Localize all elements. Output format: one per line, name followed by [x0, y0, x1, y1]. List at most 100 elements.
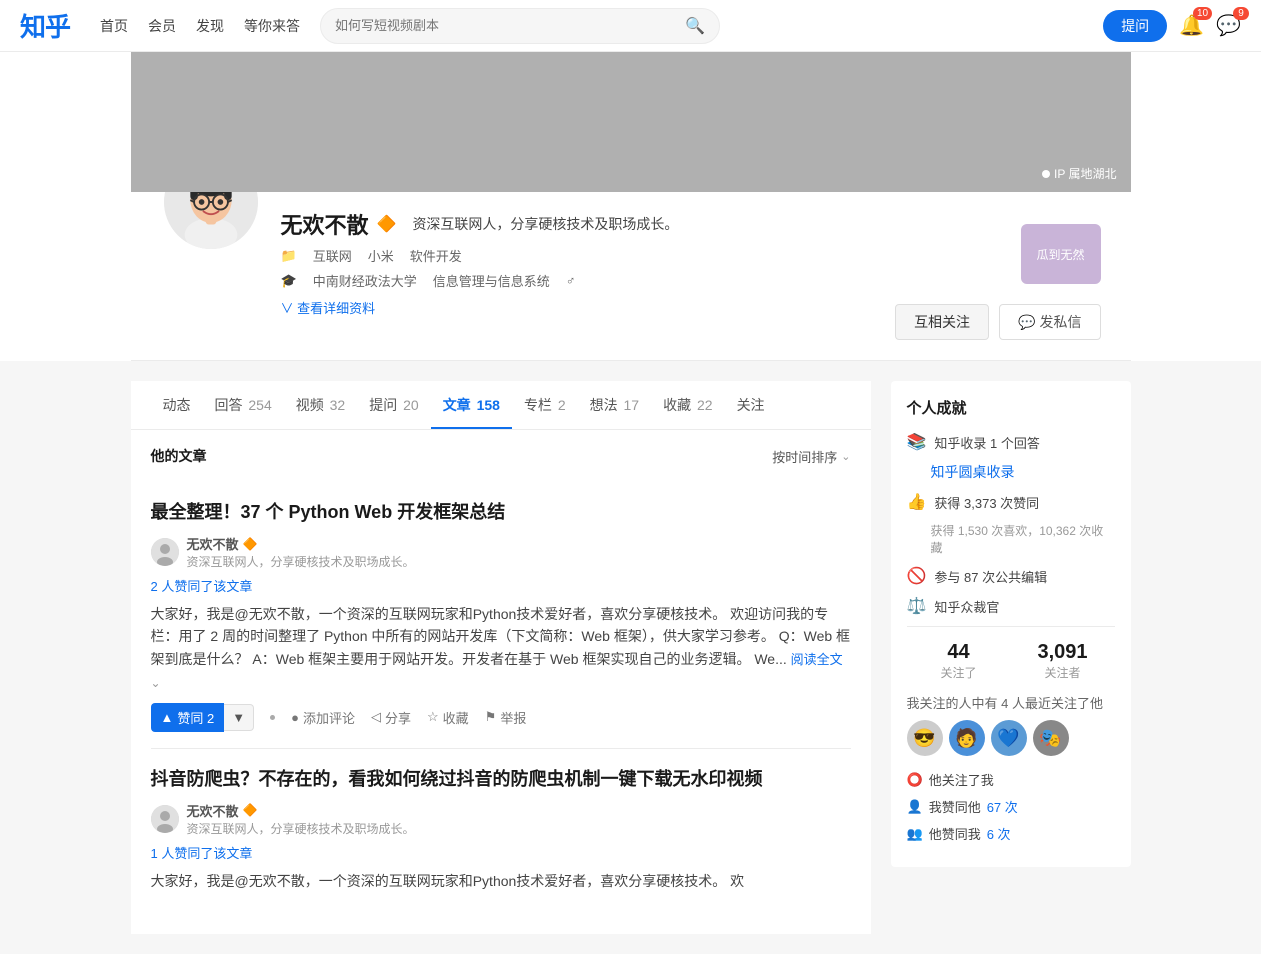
- mutual-avatar[interactable]: 😎: [907, 720, 943, 756]
- article-author-row: 无欢不散 🔶 资深互联网人，分享硬核技术及职场成长。: [151, 534, 851, 570]
- book-icon: 📚: [907, 432, 927, 452]
- tab-answers[interactable]: 回答 254: [203, 381, 284, 429]
- collect-button[interactable]: ☆ 收藏: [427, 708, 469, 727]
- profile-details: 无欢不散 🔶 资深互联网人，分享硬核技术及职场成长。 📁 互联网 小米 软件开发…: [261, 192, 896, 317]
- tag-icon: 📁: [281, 248, 297, 264]
- followers-stat[interactable]: 3,091 关注者: [1011, 641, 1115, 681]
- people-icon: 👥: [907, 826, 923, 842]
- tab-ideas[interactable]: 想法 17: [578, 381, 651, 429]
- chevron-down-icon: ⌄: [841, 450, 850, 463]
- ip-dot-icon: [1042, 170, 1050, 178]
- profile-tabs: 动态 回答 254 视频 32 提问 20 文章 158: [131, 381, 871, 430]
- share-button[interactable]: ◁ 分享: [371, 708, 411, 727]
- university: 中南财经政法大学: [313, 271, 417, 290]
- header: 知乎 首页 会员 发现 等你来答 🔍 提问 🔔 10 💬 9: [0, 0, 1261, 52]
- achievement-item-jury: ⚖️ 知乎众裁官: [907, 596, 1115, 616]
- article-card: 抖音防爬虫？不存在的，看我如何绕过抖音的防爬虫机制一键下载无水印视频 无欢不: [151, 749, 851, 918]
- mutual-avatar[interactable]: 🎭: [1033, 720, 1069, 756]
- main-nav: 首页 会员 发现 等你来答: [100, 16, 300, 36]
- tag-software: 软件开发: [410, 246, 462, 265]
- articles-section-title: 他的文章: [151, 446, 207, 466]
- message-button[interactable]: 💬 发私信: [999, 304, 1100, 340]
- main-content: 动态 回答 254 视频 32 提问 20 文章 158: [131, 361, 1131, 954]
- expand-icon[interactable]: ⌄: [151, 676, 161, 690]
- report-button[interactable]: ⚑ 举报: [485, 708, 527, 727]
- notification-badge: 10: [1193, 7, 1212, 20]
- thumbs-up-icon: ▲: [161, 710, 174, 725]
- header-actions: 提问 🔔 10 💬 9: [1103, 10, 1241, 42]
- article-author-avatar: [151, 538, 179, 566]
- nav-discover[interactable]: 发现: [196, 16, 224, 36]
- article-title[interactable]: 抖音防爬虫？不存在的，看我如何绕过抖音的防爬虫机制一键下载无水印视频: [151, 765, 851, 791]
- read-more-link[interactable]: 阅读全文: [791, 652, 843, 667]
- share-icon: ◁: [371, 709, 381, 725]
- major: 信息管理与信息系统: [433, 271, 550, 290]
- follow-me-link[interactable]: ⭕ 他关注了我: [907, 770, 1115, 789]
- profile-banner-area: IP 属地湖北: [131, 52, 1131, 361]
- sort-button[interactable]: 按时间排序 ⌄: [772, 447, 850, 466]
- liked-me-link[interactable]: 👥 他赞同我 6 次: [907, 824, 1115, 843]
- article-author-avatar: [151, 805, 179, 833]
- view-profile-link[interactable]: ∨ 查看详细资料: [281, 298, 876, 317]
- profile-right: 瓜到无然 互相关注 💬 发私信: [895, 192, 1100, 340]
- mutual-follow-text: 我关注的人中有 4 人最近关注了他: [907, 693, 1115, 712]
- tab-activity[interactable]: 动态: [151, 381, 203, 429]
- tab-columns[interactable]: 专栏 2: [512, 381, 578, 429]
- tag-xiaomi: 小米: [368, 246, 394, 265]
- content-area: 动态 回答 254 视频 32 提问 20 文章 158: [131, 381, 871, 934]
- mutual-avatar[interactable]: 💙: [991, 720, 1027, 756]
- article-card: 最全整理！37 个 Python Web 开发框架总结 无欢不散: [151, 482, 851, 749]
- achievement-item-likes: 👍 获得 3,373 次赞同: [907, 492, 1115, 512]
- tab-questions[interactable]: 提问 20: [357, 381, 430, 429]
- vote-down-button[interactable]: ▼: [224, 704, 254, 731]
- tab-videos[interactable]: 视频 32: [284, 381, 357, 429]
- tab-articles[interactable]: 文章 158: [431, 381, 512, 429]
- follow-stats: 44 关注了 3,091 关注者: [907, 626, 1115, 681]
- i-liked-link[interactable]: 👤 我赞同他 67 次: [907, 797, 1115, 816]
- article-agree-count[interactable]: 2 人赞同了该文章: [151, 576, 851, 595]
- article-title[interactable]: 最全整理！37 个 Python Web 开发框架总结: [151, 498, 851, 524]
- notification-button[interactable]: 🔔 10: [1179, 13, 1204, 38]
- ask-button[interactable]: 提问: [1103, 10, 1167, 42]
- comment-button[interactable]: ● 添加评论: [291, 708, 355, 727]
- comment-icon: ●: [291, 710, 299, 725]
- nav-home[interactable]: 首页: [100, 16, 128, 36]
- message-button[interactable]: 💬 9: [1216, 13, 1241, 38]
- jury-icon: ⚖️: [907, 596, 927, 616]
- search-input[interactable]: [335, 18, 685, 33]
- sidebar-links: ⭕ 他关注了我 👤 我赞同他 67 次 👥 他赞同我 6 次: [907, 770, 1115, 843]
- article-agree-count[interactable]: 1 人赞同了该文章: [151, 843, 851, 862]
- nav-member[interactable]: 会员: [148, 16, 176, 36]
- mutual-avatars: 😎 🧑 💙 🎭: [907, 720, 1115, 756]
- profile-description: 资深互联网人，分享硬核技术及职场成长。: [412, 214, 678, 234]
- article-author-info: 无欢不散 🔶 资深互联网人，分享硬核技术及职场成长。: [187, 534, 415, 570]
- tag-internet: 互联网: [313, 246, 352, 265]
- search-bar: 🔍: [320, 8, 720, 44]
- education-icon: 🎓: [281, 273, 297, 289]
- articles-area: 他的文章 按时间排序 ⌄ 最全整理！37 个 Python Web 开发框架总结: [131, 430, 871, 934]
- logo[interactable]: 知乎: [20, 7, 70, 44]
- vote-up-button[interactable]: ▲ 赞同 2: [151, 703, 225, 732]
- circle-icon: ⭕: [907, 772, 923, 788]
- tab-favorites[interactable]: 收藏 22: [651, 381, 724, 429]
- profile-side-image: 瓜到无然: [1021, 224, 1101, 284]
- tab-following[interactable]: 关注: [725, 381, 777, 429]
- follow-button[interactable]: 互相关注: [895, 304, 989, 340]
- profile-name-row: 无欢不散 🔶 资深互联网人，分享硬核技术及职场成长。: [281, 208, 876, 240]
- profile-info: 无欢不散 🔶 资深互联网人，分享硬核技术及职场成长。 📁 互联网 小米 软件开发…: [131, 192, 1131, 361]
- zhihu-roundtable-link[interactable]: 知乎圆桌收录: [931, 464, 1015, 480]
- profile-education: 🎓 中南财经政法大学 信息管理与信息系统 ♂: [281, 271, 876, 290]
- search-icon[interactable]: 🔍: [685, 16, 705, 36]
- article-excerpt: 大家好，我是@无欢不散，一个资深的互联网玩家和Python技术爱好者，喜欢分享硬…: [151, 870, 851, 892]
- profile-banner: IP 属地湖北: [131, 52, 1131, 192]
- article-author-row: 无欢不散 🔶 资深互联网人，分享硬核技术及职场成长。: [151, 801, 851, 837]
- person-icon: 👤: [907, 799, 923, 815]
- achievement-card: 个人成就 📚 知乎收录 1 个回答 知乎圆桌收录 👍 获得 3,373 次赞同 …: [891, 381, 1131, 867]
- articles-header: 他的文章 按时间排序 ⌄: [151, 446, 851, 466]
- mutual-avatar[interactable]: 🧑: [949, 720, 985, 756]
- achievement-item: 📚 知乎收录 1 个回答: [907, 432, 1115, 452]
- profile-tags: 📁 互联网 小米 软件开发: [281, 246, 876, 265]
- following-stat[interactable]: 44 关注了: [907, 641, 1011, 681]
- nav-waitanswer[interactable]: 等你来答: [244, 16, 300, 36]
- edit-icon: 🚫: [907, 566, 927, 586]
